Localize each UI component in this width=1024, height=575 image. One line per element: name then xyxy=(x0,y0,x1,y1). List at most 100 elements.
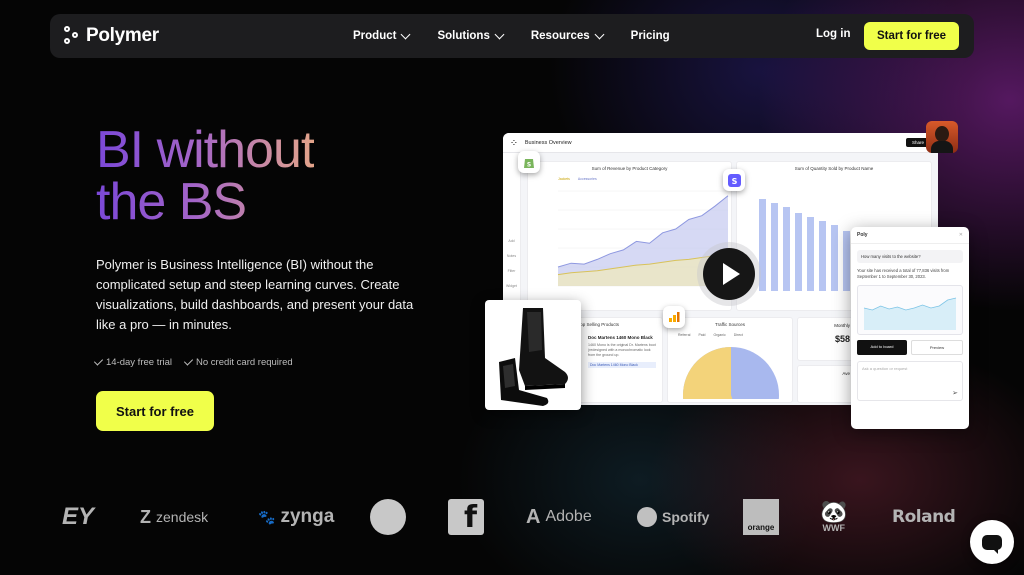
chat-answer: Your site has received a total of 77,836… xyxy=(857,268,950,279)
send-icon[interactable]: ➢ xyxy=(952,389,958,397)
preview-button[interactable]: Preview xyxy=(911,340,963,355)
nav-menu: Product Solutions Resources Pricing xyxy=(353,14,698,58)
hero-description: Polymer is Business Intelligence (BI) wi… xyxy=(96,257,414,332)
analytics-badge-icon xyxy=(663,306,685,328)
nav-item-solutions[interactable]: Solutions xyxy=(437,29,505,42)
logo-wwf: 🐼 WWF xyxy=(820,499,848,534)
logo-facebook: f xyxy=(448,495,484,539)
traffic-sources-title: Traffic Sources xyxy=(714,322,745,327)
nav-item-label: Resources xyxy=(530,30,590,42)
close-icon[interactable]: ✕ xyxy=(959,232,963,238)
product-name: Doc Martens 1460 Mono Black xyxy=(588,335,653,340)
chevron-down-icon xyxy=(401,29,411,39)
user-avatar xyxy=(926,121,958,153)
svg-text:S: S xyxy=(527,161,531,168)
hero-title-line-2: the BS xyxy=(96,173,247,231)
stripe-badge-icon: S xyxy=(723,169,745,191)
quantity-bar xyxy=(771,203,778,291)
sidebar-item-notes[interactable]: Notes xyxy=(503,254,520,258)
product-tag: Doc Martens 1460 Mono Black xyxy=(588,362,656,368)
support-chat-button[interactable] xyxy=(970,520,1014,564)
nav-item-label: Solutions xyxy=(437,30,490,42)
nav-item-label: Pricing xyxy=(630,30,670,42)
quantity-bar xyxy=(831,225,838,291)
chevron-down-icon xyxy=(494,29,505,39)
monthly-label: Monthly xyxy=(834,323,850,328)
play-video-button[interactable] xyxy=(703,248,755,300)
hero-title-line-1: BI without xyxy=(96,121,315,179)
quantity-bar xyxy=(843,231,850,291)
spotify-icon xyxy=(637,507,657,527)
quantity-bar xyxy=(819,221,826,291)
monthly-metric-panel: Monthly $58 xyxy=(797,317,855,361)
check-item: 14-day free trial xyxy=(93,356,173,368)
traffic-sources-panel: Traffic Sources Referral Paid Organic Di… xyxy=(667,317,793,405)
dashboard-logo-icon: ⁘ xyxy=(511,139,517,147)
logo-spotify: Spotify xyxy=(637,495,709,539)
revenue-chart-panel: Sum of Revenue by Product Category Jacke… xyxy=(527,161,732,311)
check-item-label: No credit card required xyxy=(196,357,293,368)
chat-mini-chart xyxy=(857,285,963,335)
zendesk-icon: Z xyxy=(140,506,151,527)
sidebar-item-widget[interactable]: Widget xyxy=(503,284,520,288)
login-link[interactable]: Log in xyxy=(816,28,851,40)
chevron-down-icon xyxy=(594,29,605,39)
product-image-card xyxy=(485,300,581,410)
product-description: 1460 Mono is the original Dr. Martens bo… xyxy=(588,343,656,357)
quantity-bar xyxy=(807,217,814,291)
chat-question: How many visits to the website? xyxy=(857,250,963,263)
quantity-bar xyxy=(795,213,802,291)
logo-zynga: 🐾 zynga xyxy=(258,506,335,527)
polymer-logo-icon xyxy=(64,26,80,46)
quantity-bar xyxy=(783,207,790,291)
monthly-value: $58 xyxy=(834,334,850,344)
quantity-bar xyxy=(759,199,766,291)
traffic-pie-chart xyxy=(683,347,779,405)
checkmark-icon xyxy=(183,356,194,366)
nav-item-product[interactable]: Product xyxy=(353,29,411,42)
poly-ai-chat-panel[interactable]: Poly ✕ How many visits to the website? Y… xyxy=(851,227,969,429)
dashboard-topbar: ⁘ Business Overview Share xyxy=(503,133,938,153)
nav-start-free-button[interactable]: Start for free xyxy=(864,22,959,50)
brand-logo[interactable]: Polymer xyxy=(64,25,159,47)
logo-adobe: A Adobe xyxy=(526,505,592,528)
revenue-chart-title: Sum of Revenue by Product Category xyxy=(591,166,668,171)
shopify-badge-icon: S xyxy=(518,151,540,173)
check-item-label: 14-day free trial xyxy=(106,357,173,368)
logo-zendesk: Zzendesk xyxy=(140,506,209,527)
hero-checklist: 14-day free trial No credit card require… xyxy=(93,356,293,368)
customer-logos-strip: EY Zzendesk 🐾 zynga f A Adobe Spotify oran… xyxy=(0,495,1024,539)
zynga-dog-icon: 🐾 xyxy=(258,508,276,525)
sidebar-item-add[interactable]: Add xyxy=(503,239,520,243)
adobe-icon: A xyxy=(526,505,541,528)
boot-image xyxy=(499,308,568,406)
check-item: No credit card required xyxy=(183,356,293,368)
panda-icon: 🐼 xyxy=(820,499,848,524)
checkmark-icon xyxy=(93,356,104,366)
chat-title: Poly xyxy=(857,232,868,238)
hero-start-free-button[interactable]: Start for free xyxy=(96,391,214,431)
brand-name: Polymer xyxy=(86,25,159,46)
facebook-icon: f xyxy=(448,499,484,535)
logo-ey: EY xyxy=(62,503,95,530)
revenue-area-chart xyxy=(557,190,729,287)
add-to-board-button[interactable]: Add to board xyxy=(857,340,907,355)
logo-roland: Roland xyxy=(892,507,956,527)
chat-actions: Add to board Preview xyxy=(857,340,963,355)
average-label: Ave xyxy=(842,371,850,376)
average-metric-panel: Ave xyxy=(797,365,855,403)
mini-chart-area xyxy=(864,298,956,330)
chat-ask-placeholder: Ask a question or request xyxy=(862,366,908,371)
svg-text:S: S xyxy=(731,177,737,186)
top-products-panel: Top Selling Products Doc Martens 1460 Mo… xyxy=(573,317,663,403)
chat-bubble-icon xyxy=(982,534,1002,554)
nav-item-pricing[interactable]: Pricing xyxy=(631,30,670,42)
nav-item-label: Product xyxy=(353,30,397,42)
nav-item-resources[interactable]: Resources xyxy=(530,29,605,42)
top-navbar: Polymer Product Solutions Resources Pric… xyxy=(50,14,974,58)
sidebar-item-filter[interactable]: Filter xyxy=(503,269,520,273)
hero-title: BI without the BS xyxy=(96,124,314,228)
logo-salt-and-straw xyxy=(370,495,406,539)
chat-ask-input[interactable]: Ask a question or request ➢ xyxy=(857,361,963,401)
dashboard-title: Business Overview xyxy=(524,139,572,146)
